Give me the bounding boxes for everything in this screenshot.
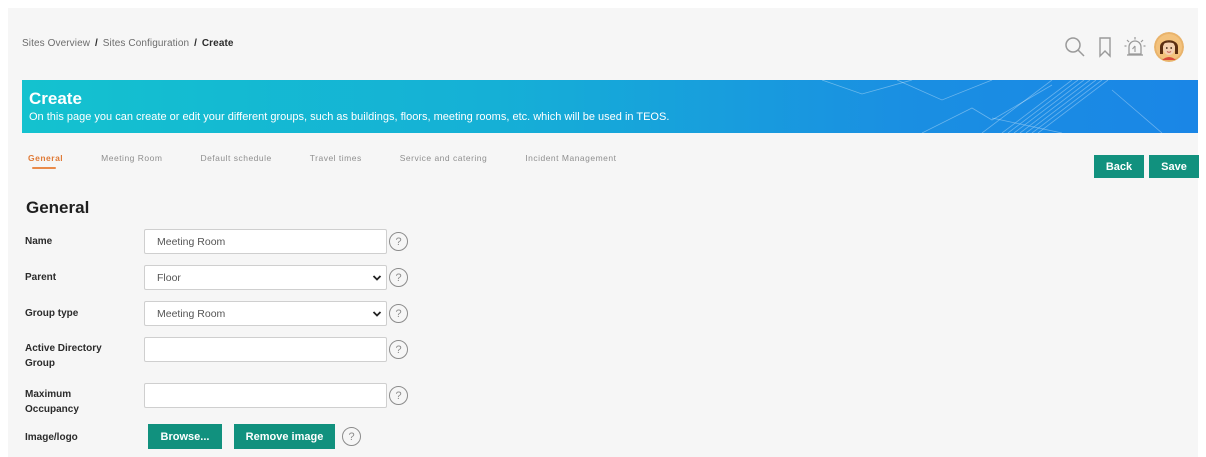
maximum-occupancy-label: Maximum Occupancy [25,387,79,417]
page: Sites Overview / Sites Configuration / C… [8,8,1199,457]
help-icon[interactable]: ? [342,427,361,446]
breadcrumb-current: Create [201,38,234,49]
tab-bar: General Meeting Room Default schedule Tr… [28,153,655,173]
active-directory-group-label: Active Directory Group [25,341,102,371]
help-icon[interactable]: ? [389,232,408,251]
help-icon[interactable]: ? [389,340,408,359]
parent-select-value: Floor [157,271,181,284]
tab-meeting-room[interactable]: Meeting Room [101,153,162,173]
tab-default-schedule[interactable]: Default schedule [200,153,271,173]
name-input[interactable]: Meeting Room [144,229,387,254]
tab-service-and-catering[interactable]: Service and catering [400,153,488,173]
active-directory-group-label-line1: Active Directory [25,343,102,354]
group-type-select-value: Meeting Room [157,307,226,320]
help-icon[interactable]: ? [389,386,408,405]
breadcrumb-sites-configuration[interactable]: Sites Configuration [103,38,189,49]
search-icon[interactable] [1062,34,1088,60]
maximum-occupancy-label-line1: Maximum [25,389,72,400]
header-banner: Create On this page you can create or ed… [22,80,1198,133]
save-button[interactable]: Save [1149,155,1199,178]
avatar[interactable] [1154,32,1184,62]
tab-general[interactable]: General [28,153,63,173]
breadcrumb-sites-overview[interactable]: Sites Overview [22,38,90,49]
tab-incident-management[interactable]: Incident Management [525,153,616,173]
maximum-occupancy-label-line2: Occupancy [25,404,79,415]
top-icons [1062,32,1184,62]
breadcrumb-separator: / [94,38,98,49]
browse-button[interactable]: Browse... [148,424,222,449]
breadcrumb-separator: / [194,38,197,49]
top-bar: Sites Overview / Sites Configuration / C… [8,8,1198,76]
name-label: Name [25,236,53,247]
maximum-occupancy-input[interactable] [144,383,387,408]
name-input-value: Meeting Room [157,235,226,248]
chevron-down-icon [372,275,382,281]
group-type-label: Group type [25,308,79,319]
active-directory-group-label-line2: Group [25,358,55,369]
alarm-icon[interactable] [1122,34,1148,60]
image-logo-label: Image/logo [25,432,78,443]
active-directory-group-input[interactable] [144,337,387,362]
help-icon[interactable]: ? [389,268,408,287]
help-icon[interactable]: ? [389,304,408,323]
parent-label: Parent [25,272,57,283]
tab-travel-times[interactable]: Travel times [310,153,362,173]
bookmark-icon[interactable] [1092,34,1118,60]
parent-select[interactable]: Floor [144,265,387,290]
banner-decoration [821,80,1163,133]
back-button[interactable]: Back [1094,155,1144,178]
remove-image-button[interactable]: Remove image [234,424,335,449]
group-type-select[interactable]: Meeting Room [144,301,387,326]
chevron-down-icon [372,311,382,317]
banner-title: Create [29,89,82,108]
banner-description: On this page you can create or edit your… [29,111,670,123]
breadcrumb: Sites Overview / Sites Configuration / C… [22,38,234,49]
section-title: General [26,198,90,217]
